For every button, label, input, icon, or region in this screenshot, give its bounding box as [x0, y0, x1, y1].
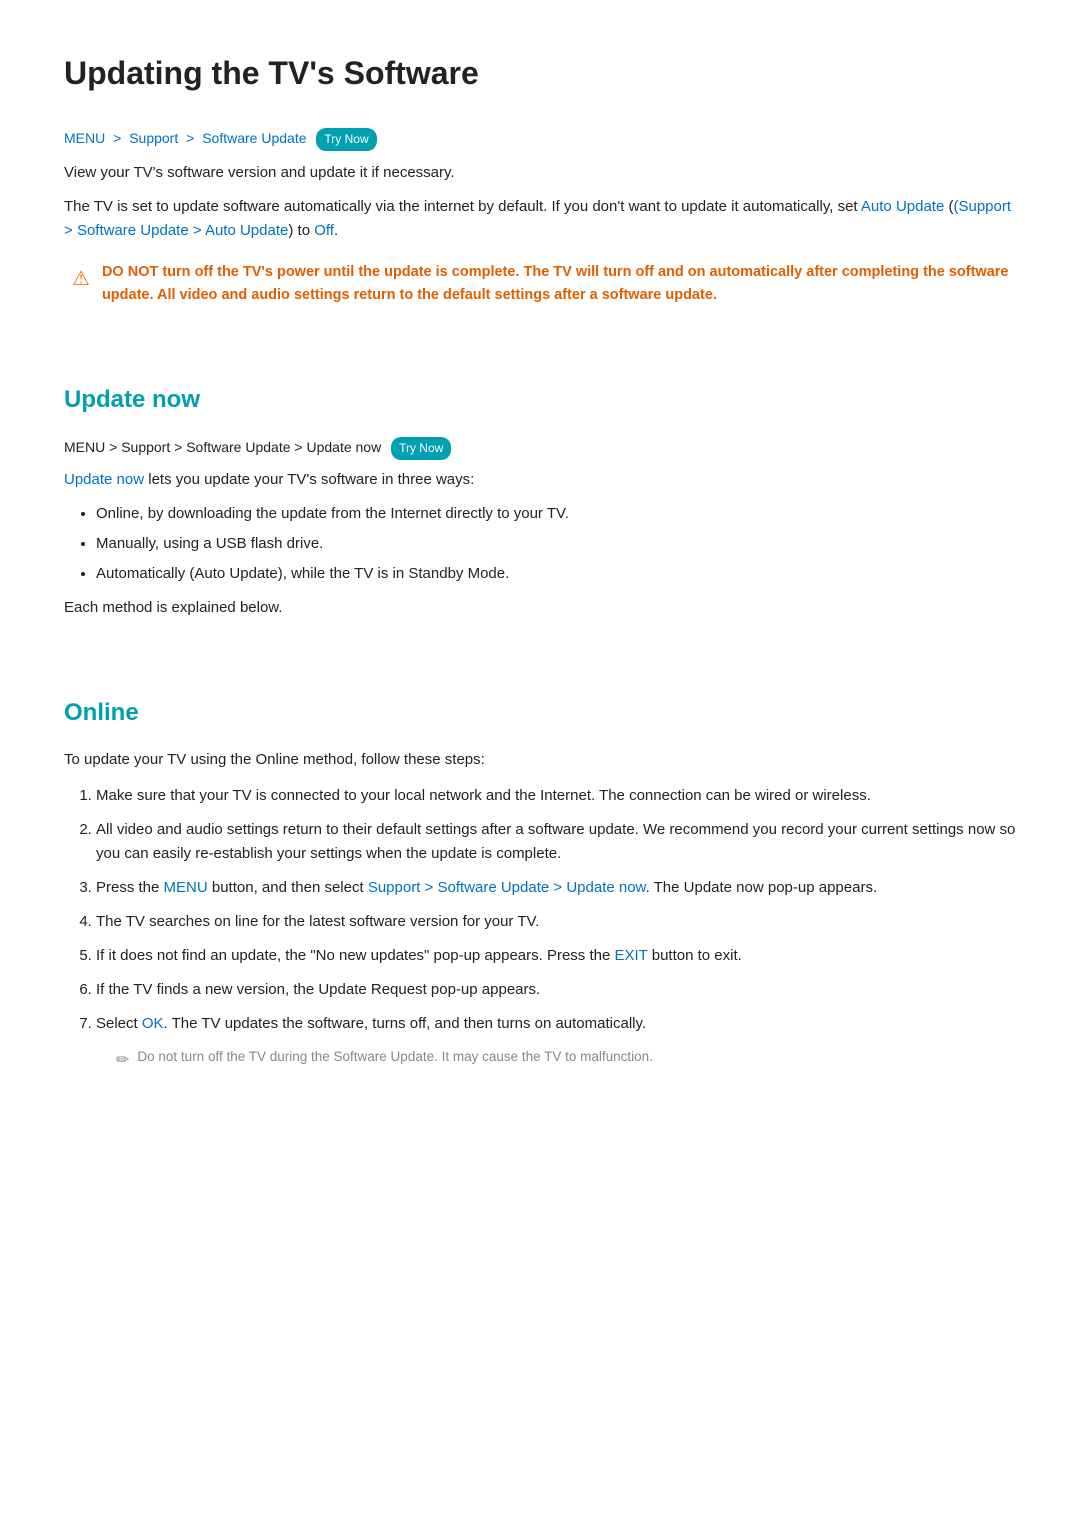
bc2-sep2: > — [174, 439, 182, 455]
menu-button-ref: MENU — [164, 879, 208, 896]
step3-sep1: > — [420, 879, 437, 896]
auto-update-link2[interactable]: Auto Update — [205, 222, 288, 239]
page-title: Updating the TV's Software — [64, 48, 1016, 99]
software-update-link[interactable]: Software Update — [202, 130, 306, 146]
warning-icon: ⚠ — [72, 263, 90, 295]
sw-update-link3[interactable]: Software Update — [186, 439, 290, 455]
main-breadcrumb: MENU > Support > Software Update Try Now — [64, 127, 1016, 151]
try-now-badge-2[interactable]: Try Now — [391, 437, 451, 460]
support-link[interactable]: Support — [129, 130, 178, 146]
intro-text-2: The TV is set to update software automat… — [64, 195, 1016, 243]
step7-before: Select — [96, 1015, 142, 1032]
step-2: All video and audio settings return to t… — [96, 818, 1016, 866]
off-link[interactable]: Off — [314, 222, 334, 239]
step-5: If it does not find an update, the "No n… — [96, 944, 1016, 968]
bc2-sep3: > — [294, 439, 302, 455]
sw-update-ref: Software Update — [437, 879, 549, 896]
list-item: Automatically (Auto Update), while the T… — [96, 562, 1016, 586]
update-now-ref: Update now — [566, 879, 645, 896]
sep3: > — [64, 222, 77, 239]
support-ref: Support — [368, 879, 421, 896]
step3-before: Press the — [96, 879, 164, 896]
menu-link[interactable]: MENU — [64, 130, 105, 146]
warning-box: ⚠ DO NOT turn off the TV's power until t… — [64, 261, 1016, 307]
step7-end: . The TV updates the software, turns off… — [164, 1015, 647, 1032]
list-item: Online, by downloading the update from t… — [96, 502, 1016, 526]
each-method-text: Each method is explained below. — [64, 596, 1016, 620]
sep4: > — [193, 222, 205, 239]
step5-before: If it does not find an update, the "No n… — [96, 947, 615, 964]
list-item: Manually, using a USB flash drive. — [96, 532, 1016, 556]
step5-end: button to exit. — [648, 947, 742, 964]
intro2-paren-close: ) to — [288, 222, 314, 239]
step-6: If the TV finds a new version, the Updat… — [96, 978, 1016, 1002]
update-now-intro-rest: lets you update your TV's software in th… — [144, 471, 474, 488]
step3-end: . The Update now pop-up appears. — [646, 879, 878, 896]
support-link2[interactable]: (Support — [954, 198, 1012, 215]
warning-text: DO NOT turn off the TV's power until the… — [102, 261, 1016, 307]
note-text: Do not turn off the TV during the Softwa… — [137, 1046, 653, 1068]
sw-update-link2[interactable]: Software Update — [77, 222, 189, 239]
update-now-bc-link[interactable]: Update now — [306, 439, 381, 455]
breadcrumb-sep1: > — [113, 130, 121, 146]
update-now-heading: Update now — [64, 381, 1016, 419]
step-4: The TV searches on line for the latest s… — [96, 910, 1016, 934]
ok-ref: OK — [142, 1015, 164, 1032]
online-steps-list: Make sure that your TV is connected to y… — [96, 784, 1016, 1074]
online-intro: To update your TV using the Online metho… — [64, 748, 1016, 772]
online-heading: Online — [64, 694, 1016, 732]
pencil-icon: ✏ — [116, 1048, 129, 1074]
exit-ref: EXIT — [615, 947, 648, 964]
menu-link2[interactable]: MENU — [64, 439, 105, 455]
try-now-badge[interactable]: Try Now — [316, 128, 376, 151]
update-now-intro: Update now lets you update your TV's sof… — [64, 468, 1016, 492]
bc2-sep1: > — [109, 439, 117, 455]
step3-mid: button, and then select — [208, 879, 368, 896]
step-1: Make sure that your TV is connected to y… — [96, 784, 1016, 808]
intro2-before: The TV is set to update software automat… — [64, 198, 861, 215]
step-3: Press the MENU button, and then select S… — [96, 876, 1016, 900]
update-now-breadcrumb: MENU > Support > Software Update > Updat… — [64, 436, 1016, 460]
step-7: Select OK. The TV updates the software, … — [96, 1012, 1016, 1074]
update-now-blue: Update now — [64, 471, 144, 488]
note-box: ✏ Do not turn off the TV during the Soft… — [116, 1046, 1016, 1074]
step3-sep2: > — [549, 879, 566, 896]
auto-update-link1[interactable]: Auto Update — [861, 198, 944, 215]
intro-text-1: View your TV's software version and upda… — [64, 161, 1016, 185]
support-link3[interactable]: Support — [121, 439, 170, 455]
intro2-period: . — [334, 222, 338, 239]
update-methods-list: Online, by downloading the update from t… — [96, 502, 1016, 586]
breadcrumb-sep2: > — [186, 130, 194, 146]
